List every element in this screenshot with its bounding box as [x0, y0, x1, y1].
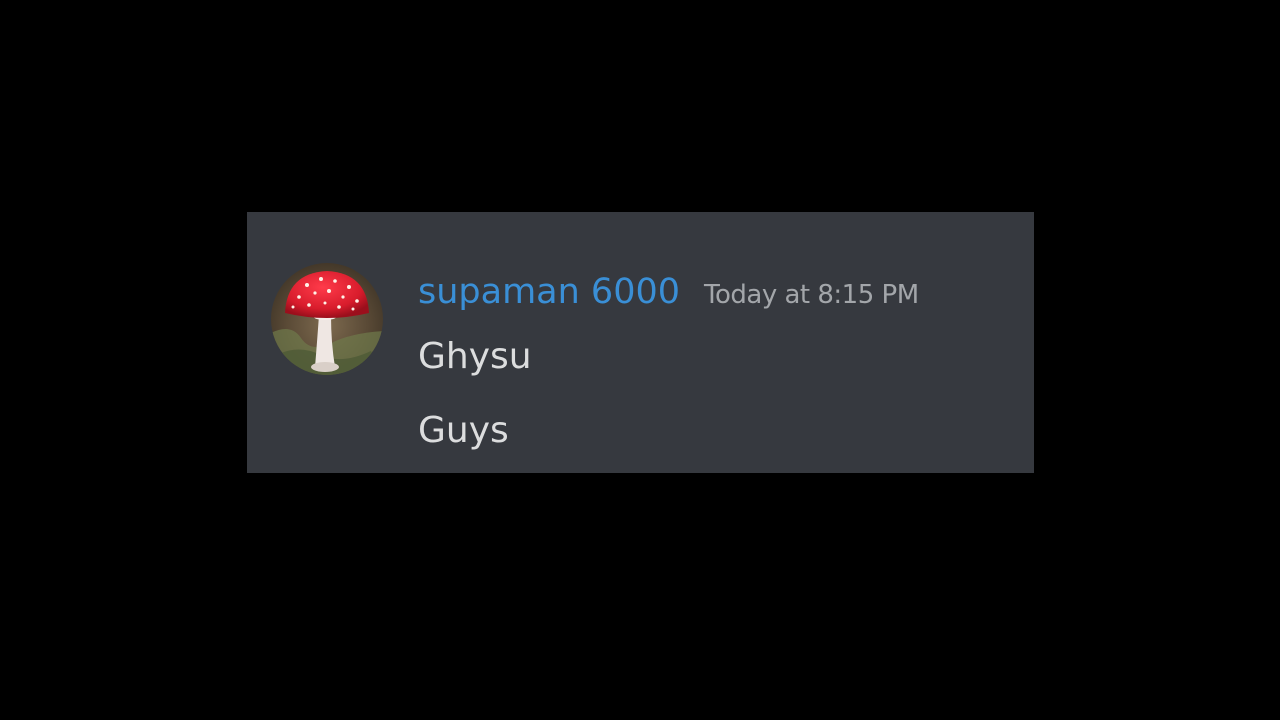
username[interactable]: supaman 6000: [418, 268, 680, 316]
message-text: Guys: [418, 410, 509, 451]
screen: supaman 6000 Today at 8:15 PM Ghysu Guys: [0, 0, 1280, 720]
message-text: Ghysu: [418, 336, 532, 377]
timestamp: Today at 8:15 PM: [704, 280, 919, 310]
mushroom-avatar-icon: [271, 263, 383, 375]
chat-message: supaman 6000 Today at 8:15 PM Ghysu Guys: [247, 212, 1034, 473]
message-header: supaman 6000 Today at 8:15 PM: [418, 268, 919, 316]
avatar[interactable]: [271, 263, 383, 375]
